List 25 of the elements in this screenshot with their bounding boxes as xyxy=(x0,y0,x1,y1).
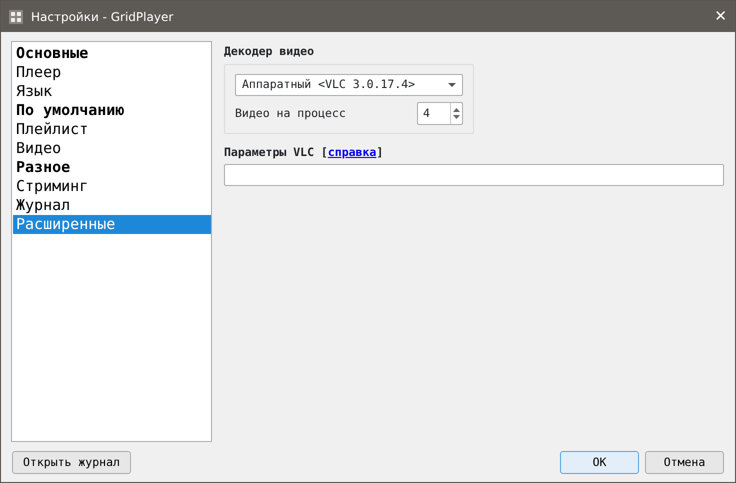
sidebar-item[interactable]: Плеер xyxy=(13,63,211,82)
sidebar-header[interactable]: Разное xyxy=(13,158,211,177)
field-label: Видео на процесс xyxy=(235,104,347,122)
open-log-button[interactable]: Открыть журнал xyxy=(12,451,131,474)
close-button[interactable]: ✕ xyxy=(714,9,727,24)
sidebar-item[interactable]: Плейлист xyxy=(13,120,211,139)
sidebar-item[interactable]: Стриминг xyxy=(13,177,211,196)
decoder-dropdown[interactable]: Аппаратный <VLC 3.0.17.4> xyxy=(235,74,463,96)
sidebar-header[interactable]: Основные xyxy=(13,44,211,63)
ok-button[interactable]: OK xyxy=(560,451,639,474)
sidebar-item[interactable]: Журнал xyxy=(13,196,211,215)
help-link[interactable]: справка xyxy=(328,145,376,159)
app-icon xyxy=(9,10,23,24)
sidebar-item[interactable]: Язык xyxy=(13,82,211,101)
number-field[interactable]: 4 xyxy=(417,102,463,125)
section-title: Декодер видео xyxy=(224,43,316,60)
sidebar-header[interactable]: По умолчанию xyxy=(13,101,211,120)
spinner-arrows-icon[interactable] xyxy=(450,103,462,124)
caret-icon xyxy=(448,83,456,87)
window-title: Настройки - GridPlayer xyxy=(31,8,174,26)
section-title: Параметры VLC [справка] xyxy=(224,144,384,161)
text-field[interactable] xyxy=(224,164,724,186)
sidebar-item[interactable]: Видео xyxy=(13,139,211,158)
sidebar-item[interactable]: Расширенные xyxy=(13,215,211,234)
cancel-button[interactable]: Отмена xyxy=(645,451,724,474)
